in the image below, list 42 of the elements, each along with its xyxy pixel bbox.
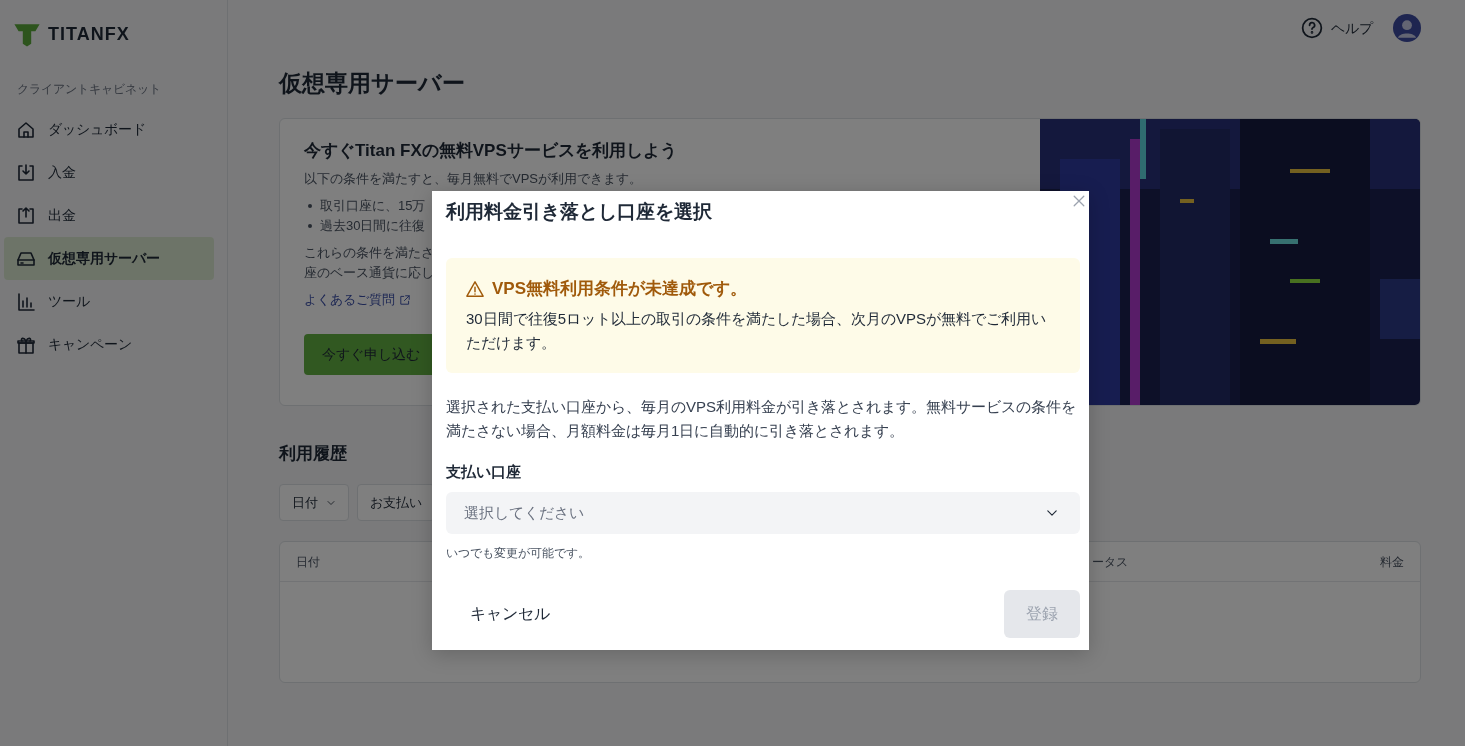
- column-header: 日付: [296, 555, 320, 569]
- home-icon: [16, 119, 36, 140]
- sidebar-item[interactable]: 入金: [4, 151, 214, 194]
- field-label: 支払い口座: [446, 462, 522, 483]
- bullet-text: 過去30日間に往復: [320, 217, 426, 235]
- column-header: ータス: [1092, 555, 1128, 569]
- faq-link[interactable]: よくあるご質問: [304, 290, 411, 310]
- external-link-icon: [399, 294, 411, 307]
- modal-description: 選択された支払い口座から、毎月のVPS利用料金が引き落とされます。無料サービスの条件を満たさない場合、月額料金は毎月1日に自動的に引き落とされます。: [446, 397, 1077, 442]
- sidebar-item[interactable]: キャンペーン: [4, 323, 214, 366]
- bullet-icon: [308, 223, 312, 228]
- sidebar-item[interactable]: ダッシュボード: [4, 108, 214, 151]
- close-icon[interactable]: [1071, 193, 1087, 209]
- alert-text: 30日間で往復5ロット以上の取引の条件を満たした場合、次月のVPSが無料でご利用いただけます。: [466, 309, 1048, 354]
- filter-dropdown[interactable]: お支払い: [357, 484, 435, 522]
- help-link[interactable]: ヘルプ: [1301, 17, 1373, 39]
- warning-icon: [466, 279, 484, 298]
- promo-text: 座のベース通貨に応し: [304, 264, 435, 282]
- page-title: 仮想専用サーバー: [279, 70, 466, 98]
- promo-intro: 以下の条件を満たすと、毎月無料でVPSが利用できます。: [304, 170, 643, 188]
- column-header: 料金: [1380, 555, 1404, 569]
- avatar-icon[interactable]: [1393, 14, 1421, 42]
- help-icon: [1301, 17, 1323, 39]
- section-label: クライアントキャビネット: [16, 81, 162, 98]
- promo-heading: 今すぐTitan FXの無料VPSサービスを利用しよう: [304, 140, 678, 161]
- upload-icon: [16, 205, 36, 226]
- account-select[interactable]: 選択してください: [446, 491, 1080, 534]
- field-hint: いつでも変更が可能です。: [446, 544, 591, 562]
- sidebar-item[interactable]: ツール: [4, 280, 214, 323]
- alert-title: VPS無料利用条件が未達成です。: [492, 277, 748, 300]
- bullet-icon: [308, 204, 312, 209]
- download-icon: [16, 162, 36, 183]
- section-title: 利用履歴: [279, 443, 347, 464]
- modal-title: 利用料金引き落とし口座を選択: [446, 201, 713, 224]
- bar-chart-icon: [16, 291, 36, 312]
- sidebar-item[interactable]: 仮想専用サーバー: [4, 237, 214, 280]
- filter-dropdown[interactable]: 日付: [279, 484, 349, 522]
- logo-text: TITANFX: [48, 22, 130, 46]
- bullet-text: 取引口座に、15万: [320, 197, 426, 216]
- cancel-button[interactable]: キャンセル: [446, 589, 574, 638]
- sidebar-item[interactable]: 出金: [4, 194, 214, 237]
- promo-text: これらの条件を満たさ: [304, 244, 435, 263]
